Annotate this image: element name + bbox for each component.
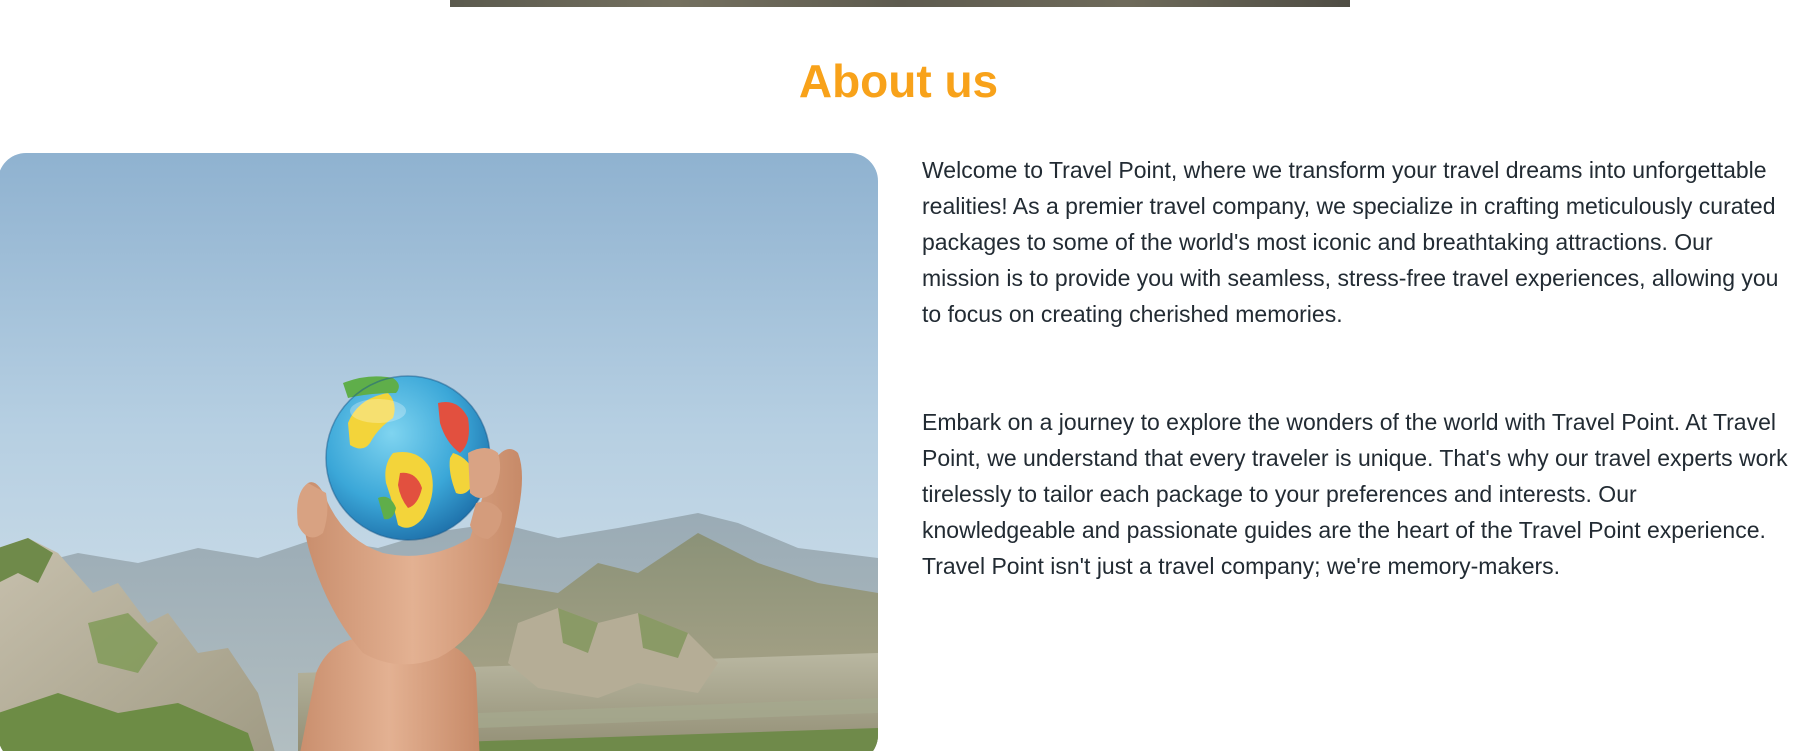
- about-text: Welcome to Travel Point, where we transf…: [922, 152, 1797, 584]
- globe-in-hand-photo: [0, 153, 878, 751]
- about-paragraph-1: Welcome to Travel Point, where we transf…: [922, 157, 1779, 327]
- about-title: About us: [798, 55, 999, 107]
- previous-section-image: [450, 0, 1350, 7]
- page: About us Welcome to Travel Point, where …: [0, 0, 1797, 751]
- about-paragraph-2: Embark on a journey to explore the wonde…: [922, 409, 1788, 579]
- about-photo: [0, 153, 878, 751]
